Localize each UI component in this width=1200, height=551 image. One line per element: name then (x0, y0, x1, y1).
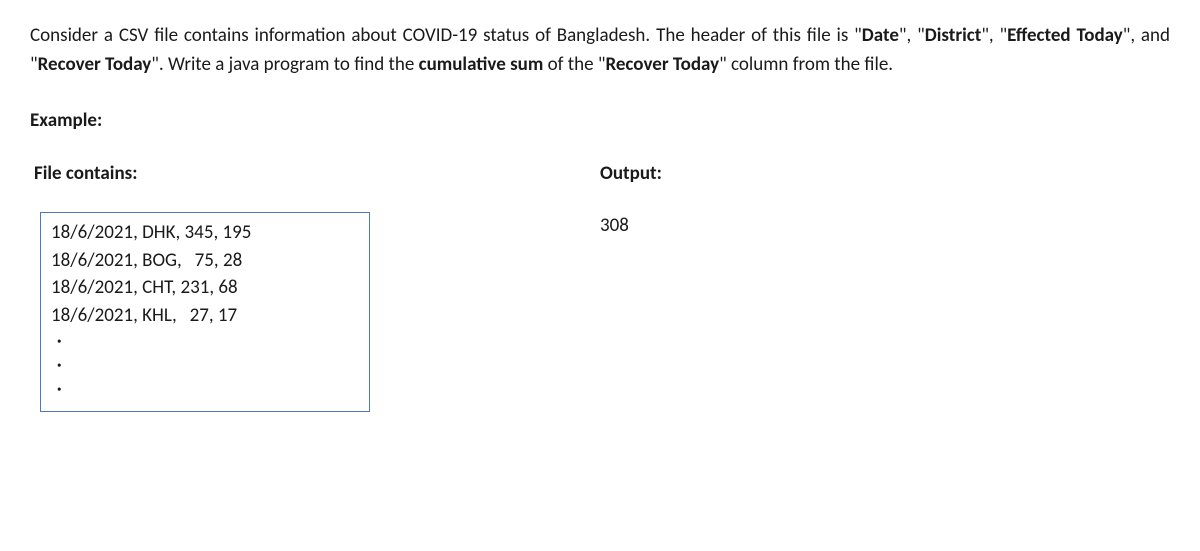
intro-bold-effected: Effected Today (1007, 24, 1123, 47)
ellipsis-row-3: • (51, 377, 359, 401)
dot-icon: • (51, 359, 61, 372)
output-section: Output: 308 (600, 160, 1170, 241)
dot-icon: • (51, 383, 61, 396)
dot-icon: • (51, 335, 61, 348)
intro-text-6: of the " (543, 53, 605, 76)
problem-statement: Consider a CSV file contains information… (30, 22, 1170, 79)
output-heading: Output: (600, 160, 1170, 189)
intro-text-5: ". Write a java program to find the (151, 53, 418, 76)
output-value: 308 (600, 212, 1170, 241)
file-contains-section: File contains: 18/6/2021, DHK, 345, 195 … (30, 160, 600, 413)
intro-text-1: Consider a CSV file contains information… (30, 24, 862, 47)
file-row-3: 18/6/2021, CHT, 231, 68 (51, 274, 359, 302)
intro-text-3: ", " (981, 24, 1007, 47)
intro-bold-recover: Recover Today (38, 53, 152, 76)
intro-text-7: " column from the file. (719, 53, 893, 76)
intro-bold-cumsum: cumulative sum (419, 53, 544, 76)
example-heading: Example: (30, 107, 1170, 136)
file-content-box: 18/6/2021, DHK, 345, 195 18/6/2021, BOG,… (40, 212, 370, 412)
file-contains-heading: File contains: (30, 160, 600, 189)
intro-text-2: ", " (899, 24, 925, 47)
file-row-4: 18/6/2021, KHL, 27, 17 (51, 302, 359, 330)
intro-bold-district: District (925, 24, 982, 47)
file-row-2: 18/6/2021, BOG, 75, 28 (51, 247, 359, 275)
intro-bold-date: Date (862, 24, 899, 47)
intro-bold-recover2: Recover Today (605, 53, 719, 76)
ellipsis-row-1: • (51, 329, 359, 353)
file-row-1: 18/6/2021, DHK, 345, 195 (51, 219, 359, 247)
example-columns: File contains: 18/6/2021, DHK, 345, 195 … (30, 160, 1170, 413)
ellipsis-row-2: • (51, 353, 359, 377)
